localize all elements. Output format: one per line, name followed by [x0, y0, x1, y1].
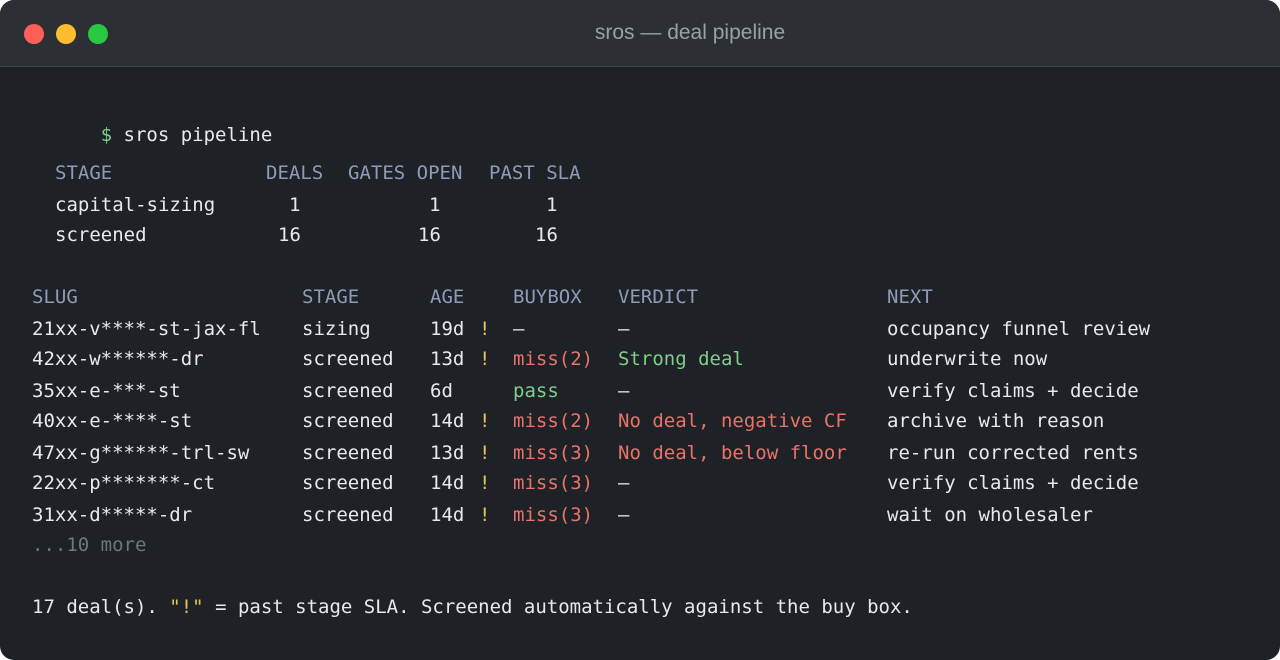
deal-stage: sizing [302, 318, 371, 340]
deals-count: 16 [278, 224, 301, 246]
deal-buybox: – [513, 318, 525, 340]
deal-slug: 42xx-w******-dr [32, 348, 204, 370]
gates-open-count: 16 [418, 224, 441, 246]
deal-verdict: No deal, below floor [618, 442, 847, 464]
deal-next-action: verify claims + decide [887, 472, 1139, 494]
deal-age: 14d [430, 472, 465, 494]
deal-age: 13d [430, 442, 465, 464]
column-header-next: NEXT [887, 286, 933, 308]
deal-row: 42xx-w******-dr screened 13d ! miss(2) S… [32, 347, 1232, 371]
deal-row: 31xx-d*****-dr screened 14d ! miss(3) – … [32, 503, 1232, 527]
stage-name: capital-sizing [55, 194, 216, 216]
deal-stage: screened [302, 442, 394, 464]
past-sla-flag: ! [479, 318, 491, 340]
deal-buybox: pass [513, 380, 559, 402]
deal-age: 14d [430, 504, 465, 526]
terminal-output: $ sros pipeline STAGE DEALS GATES OPEN P… [32, 0, 1252, 618]
command-text: sros pipeline [123, 124, 273, 146]
deals-count: 1 [289, 194, 301, 216]
stage-name: screened [55, 224, 147, 246]
deal-stage: screened [302, 348, 394, 370]
stage-summary-header: STAGE DEALS GATES OPEN PAST SLA [32, 161, 1232, 185]
deal-row: 40xx-e-****-st screened 14d ! miss(2) No… [32, 409, 1232, 433]
deal-age: 6d [430, 380, 453, 402]
column-header-slug: SLUG [32, 286, 78, 308]
deal-next-action: underwrite now [887, 348, 1048, 370]
deal-age: 19d [430, 318, 465, 340]
deal-slug: 31xx-d*****-dr [32, 504, 193, 526]
column-header-stage: STAGE [55, 162, 113, 184]
deal-verdict: – [618, 380, 630, 402]
more-rows-indicator: ...10 more [32, 534, 147, 556]
footer-text: = past stage SLA. Screened automatically… [203, 596, 913, 618]
prompt-symbol: $ [100, 124, 113, 146]
deal-stage: screened [302, 380, 394, 402]
past-sla-flag: ! [479, 442, 491, 464]
deal-buybox: miss(2) [513, 348, 594, 370]
stage-summary-row: screened 16 16 16 [32, 223, 1232, 247]
deal-verdict: No deal, negative CF [618, 410, 847, 432]
deal-next-action: occupancy funnel review [887, 318, 1151, 340]
footer-note: 17 deal(s). "!" = past stage SLA. Screen… [32, 595, 913, 619]
deal-row: 21xx-v****-st-jax-fl sizing 19d ! – – oc… [32, 317, 1232, 341]
column-header-gates-open: GATES OPEN [348, 162, 463, 184]
stage-summary-row: capital-sizing 1 1 1 [32, 193, 1232, 217]
deal-row: 35xx-e-***-st screened 6d pass – verify … [32, 379, 1232, 403]
deal-verdict: – [618, 472, 630, 494]
deal-row: 47xx-g******-trl-sw screened 13d ! miss(… [32, 441, 1232, 465]
gates-open-count: 1 [429, 194, 441, 216]
column-header-age: AGE [430, 286, 465, 308]
deal-slug: 35xx-e-***-st [32, 380, 181, 402]
deal-age: 13d [430, 348, 465, 370]
deals-table-header: SLUG STAGE AGE BUYBOX VERDICT NEXT [32, 285, 1232, 309]
deal-stage: screened [302, 472, 394, 494]
deal-buybox: miss(3) [513, 472, 594, 494]
deal-stage: screened [302, 504, 394, 526]
column-header-verdict: VERDICT [618, 286, 699, 308]
past-sla-flag: ! [479, 472, 491, 494]
terminal-window: sros — deal pipeline $ sros pipeline STA… [0, 0, 1280, 660]
deal-buybox: miss(3) [513, 504, 594, 526]
deal-slug: 40xx-e-****-st [32, 410, 193, 432]
column-header-deals: DEALS [266, 162, 324, 184]
past-sla-count: 1 [546, 194, 558, 216]
past-sla-flag: ! [479, 348, 491, 370]
deal-next-action: archive with reason [887, 410, 1105, 432]
past-sla-count: 16 [535, 224, 558, 246]
flag-legend: "!" [169, 596, 204, 618]
deal-slug: 21xx-v****-st-jax-fl [32, 318, 261, 340]
deal-slug: 22xx-p*******-ct [32, 472, 216, 494]
deal-verdict: – [618, 318, 630, 340]
past-sla-flag: ! [479, 410, 491, 432]
deal-stage: screened [302, 410, 394, 432]
deal-age: 14d [430, 410, 465, 432]
column-header-stage: STAGE [302, 286, 360, 308]
deal-buybox: miss(3) [513, 442, 594, 464]
deal-verdict: – [618, 504, 630, 526]
deal-next-action: wait on wholesaler [887, 504, 1093, 526]
column-header-past-sla: PAST SLA [489, 162, 581, 184]
deal-next-action: verify claims + decide [887, 380, 1139, 402]
deal-count: 17 deal(s). [32, 596, 158, 618]
deal-row: 22xx-p*******-ct screened 14d ! miss(3) … [32, 471, 1232, 495]
prompt-line: $ sros pipeline [32, 99, 273, 146]
deal-buybox: miss(2) [513, 410, 594, 432]
deal-verdict: Strong deal [618, 348, 744, 370]
column-header-buybox: BUYBOX [513, 286, 582, 308]
past-sla-flag: ! [479, 504, 491, 526]
deal-slug: 47xx-g******-trl-sw [32, 442, 250, 464]
deal-next-action: re-run corrected rents [887, 442, 1139, 464]
